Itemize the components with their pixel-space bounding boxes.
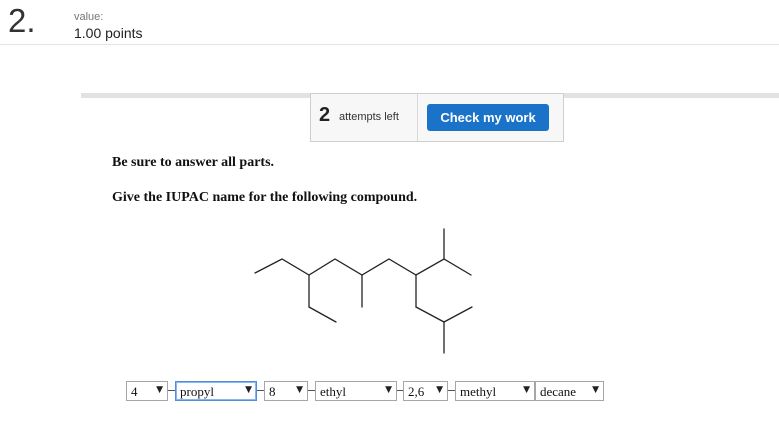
dropdown-arrow-icon: ▼ — [245, 385, 252, 395]
dropdown-arrow-icon: ▼ — [592, 385, 599, 395]
main-chain-bond — [254, 258, 472, 276]
question-page: 2. value: 1.00 points 2 attempts left Ch… — [0, 0, 779, 442]
dropdown-arrow-icon: ▼ — [156, 385, 163, 395]
substituent-dropdown-2[interactable]: ethyl ▼ — [315, 381, 397, 401]
substituent-dropdown-3[interactable]: methyl ▼ — [455, 381, 535, 401]
locant-dropdown-3[interactable]: 2,6 ▼ — [403, 381, 448, 401]
ethyl-bond — [415, 306, 445, 323]
hyphen — [448, 390, 455, 391]
parent-chain-dropdown[interactable]: decane ▼ — [535, 381, 604, 401]
dropdown-arrow-icon: ▼ — [385, 385, 392, 395]
locant-dropdown-1[interactable]: 4 ▼ — [126, 381, 168, 401]
substituent-dropdown-1[interactable]: propyl ▼ — [175, 381, 257, 401]
hyphen — [168, 390, 175, 391]
dropdown-arrow-icon: ▼ — [296, 385, 303, 395]
hyphen — [257, 390, 264, 391]
ethyl-bond — [443, 306, 473, 323]
hyphen — [308, 390, 315, 391]
compound-structure — [254, 228, 473, 354]
dropdown-arrow-icon: ▼ — [523, 385, 530, 395]
locant-dropdown-2[interactable]: 8 ▼ — [264, 381, 308, 401]
propyl-bond — [308, 306, 337, 323]
dropdown-arrow-icon: ▼ — [436, 385, 443, 395]
